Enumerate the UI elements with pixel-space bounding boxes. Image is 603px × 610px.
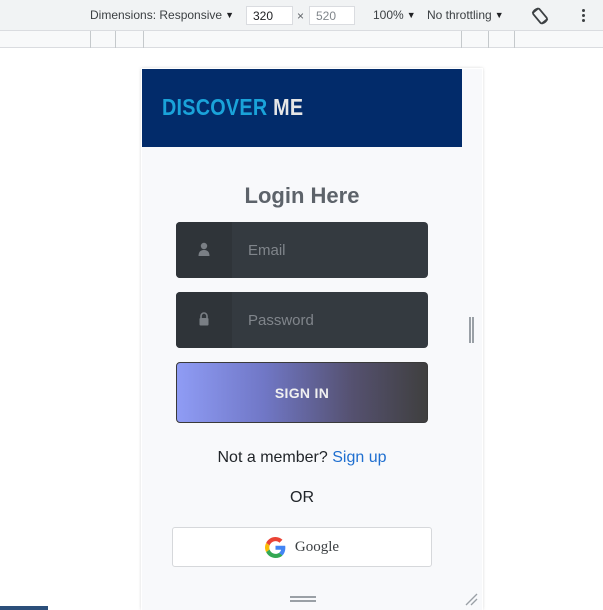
email-field — [176, 222, 428, 278]
times-icon: × — [297, 9, 305, 23]
chevron-down-icon: ▼ — [225, 10, 234, 20]
throttling-label: No throttling — [427, 8, 492, 22]
sign-up-link[interactable]: Sign up — [332, 449, 386, 466]
zoom-label: 100% — [373, 8, 404, 22]
or-divider: OR — [290, 489, 314, 506]
lock-icon — [199, 312, 209, 326]
password-field — [176, 292, 428, 348]
rotate-icon[interactable] — [530, 6, 550, 26]
devtools-device-toolbar: Dimensions: Responsive▼ × 100%▼ No throt… — [0, 0, 603, 31]
chevron-down-icon: ▼ — [406, 10, 416, 20]
resize-handle-right[interactable] — [469, 317, 475, 343]
media-query-ruler — [0, 31, 603, 48]
dimensions-label: Dimensions: Responsive — [90, 8, 223, 22]
password-input[interactable] — [232, 292, 428, 348]
google-label: Google — [294, 538, 340, 555]
chevron-down-icon: ▼ — [494, 10, 504, 20]
throttling-dropdown[interactable]: No throttling ▼ — [427, 8, 504, 22]
width-input[interactable] — [246, 6, 293, 25]
dimensions-dropdown[interactable]: Dimensions: Responsive ▼ — [90, 8, 234, 22]
google-sign-in-button[interactable]: Google — [172, 527, 432, 567]
height-input[interactable] — [309, 6, 355, 25]
google-icon — [264, 536, 286, 558]
member-text: Not a member? — [217, 449, 328, 466]
login-title: Login Here — [244, 183, 360, 208]
brand-logo[interactable]: DISCOVER ME — [162, 94, 303, 121]
more-vert-icon[interactable] — [579, 7, 587, 25]
resize-corner-icon[interactable] — [464, 592, 478, 606]
site-header: DISCOVER ME — [142, 69, 462, 147]
user-icon — [198, 242, 210, 256]
sign-in-button[interactable]: SIGN IN — [176, 362, 428, 423]
zoom-dropdown[interactable]: 100% ▼ — [373, 8, 416, 22]
email-input[interactable] — [232, 222, 428, 278]
signup-prompt: Not a member? Sign up — [142, 449, 462, 467]
resize-handle-bottom[interactable] — [290, 596, 316, 604]
device-viewport: DISCOVER ME Login Here SIGN IN Not a mem… — [142, 69, 482, 610]
